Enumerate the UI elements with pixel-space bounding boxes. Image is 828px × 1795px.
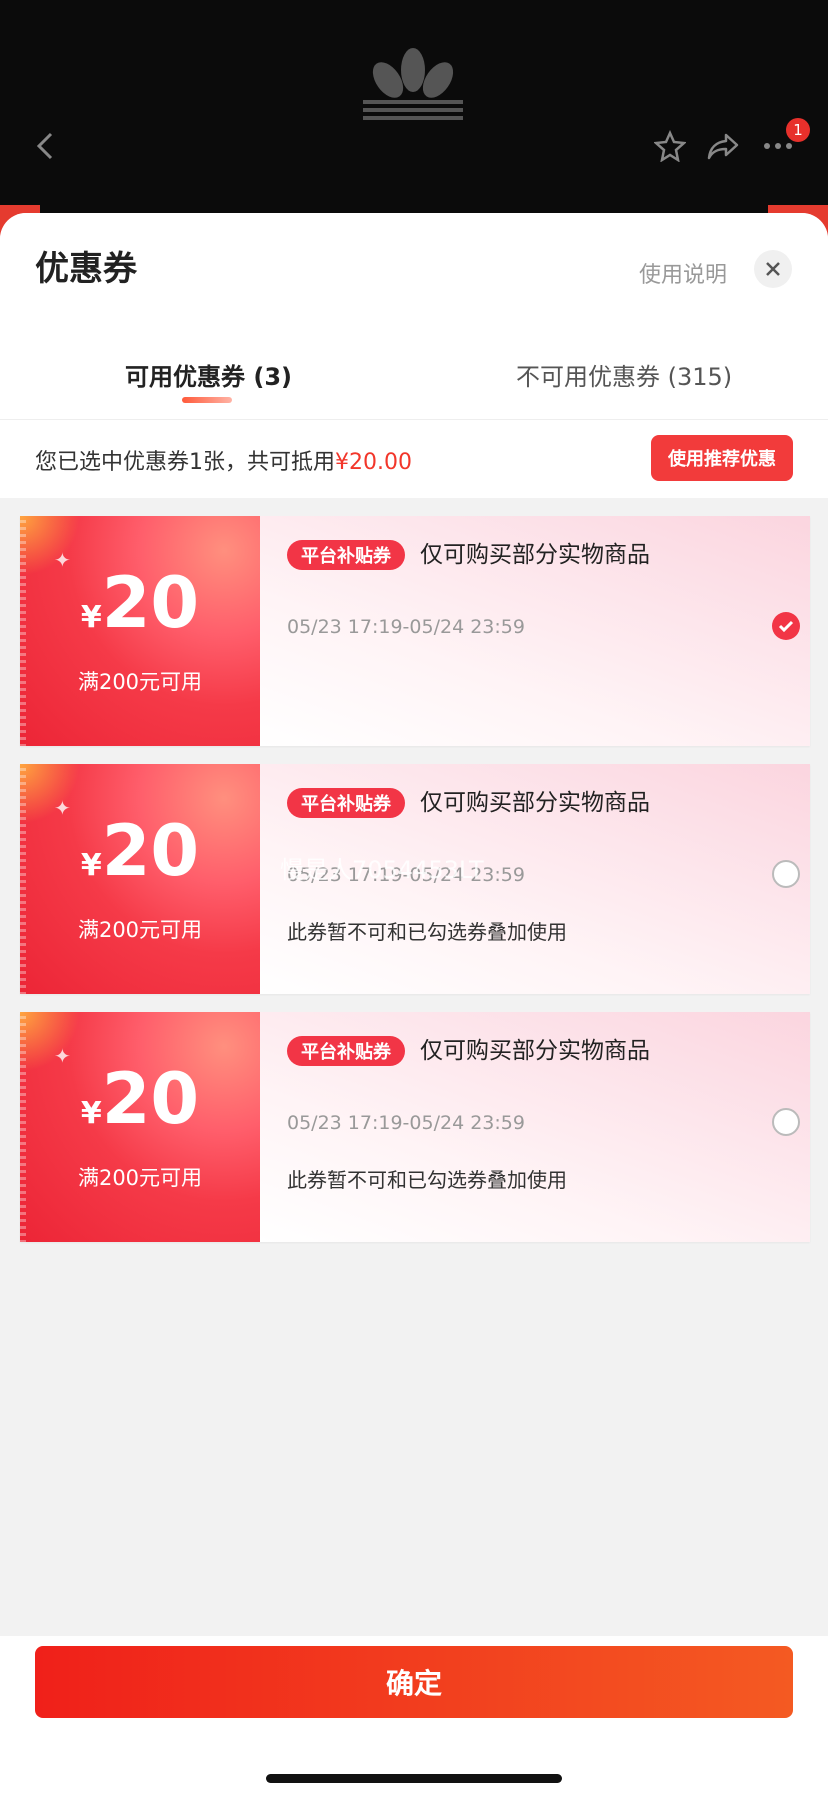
share-icon bbox=[707, 133, 739, 160]
close-button[interactable] bbox=[754, 250, 792, 288]
decorative-glow bbox=[20, 764, 80, 824]
star-icon bbox=[654, 130, 686, 162]
coupon-note: 此券暂不可和已勾选券叠加使用 bbox=[287, 1168, 567, 1192]
chevron-left-icon bbox=[36, 132, 53, 160]
coupon-card[interactable]: ✦ ¥20 满200元可用 平台补贴券 仅可购买部分实物商品 05/23 17:… bbox=[20, 1012, 810, 1242]
tab-available-coupons[interactable]: 可用优惠券 (3) bbox=[125, 357, 292, 392]
use-recommended-button[interactable]: 使用推荐优惠 bbox=[651, 435, 793, 481]
coupon-detail-panel: 平台补贴券 仅可购买部分实物商品 05/23 17:19-05/24 23:59 bbox=[260, 516, 810, 746]
coupon-amount: 20 bbox=[101, 1058, 200, 1140]
coupon-validity: 05/23 17:19-05/24 23:59 bbox=[287, 1112, 525, 1134]
coupon-description: 仅可购买部分实物商品 bbox=[420, 542, 650, 568]
watermark: 慢是人7054453LT bbox=[280, 856, 484, 884]
more-dots-icon bbox=[764, 143, 792, 149]
coupon-tag: 平台补贴券 bbox=[287, 788, 405, 818]
coupon-value: ¥20 bbox=[20, 816, 260, 886]
coupon-tag: 平台补贴券 bbox=[287, 540, 405, 570]
confirm-button[interactable]: 确定 bbox=[35, 1646, 793, 1718]
sheet-footer: 确定 bbox=[0, 1636, 828, 1795]
sheet-title: 优惠券 bbox=[35, 249, 137, 289]
coupon-detail-panel: 平台补贴券 仅可购买部分实物商品 05/23 17:19-05/24 23:59… bbox=[260, 1012, 810, 1242]
close-icon bbox=[766, 262, 780, 276]
product-page-background bbox=[0, 0, 828, 240]
share-button[interactable] bbox=[703, 126, 743, 166]
currency-symbol: ¥ bbox=[80, 600, 102, 635]
coupon-amount: 20 bbox=[101, 562, 200, 644]
currency-symbol: ¥ bbox=[80, 1096, 102, 1131]
usage-instructions-link[interactable]: 使用说明 bbox=[639, 257, 727, 289]
coupon-description: 仅可购买部分实物商品 bbox=[420, 1038, 650, 1064]
coupon-card[interactable]: ✦ ¥20 满200元可用 平台补贴券 仅可购买部分实物商品 05/23 17:… bbox=[20, 516, 810, 746]
coupon-value: ¥20 bbox=[20, 568, 260, 638]
active-tab-indicator bbox=[182, 397, 232, 403]
currency-symbol: ¥ bbox=[80, 848, 102, 883]
coupon-validity: 05/23 17:19-05/24 23:59 bbox=[287, 616, 525, 638]
back-button[interactable] bbox=[26, 126, 66, 166]
home-indicator bbox=[266, 1774, 562, 1783]
decorative-glow bbox=[20, 1012, 80, 1072]
favorite-button[interactable] bbox=[650, 126, 690, 166]
sheet-header: 优惠券 使用说明 可用优惠券 (3) 不可用优惠券 (315) 您已选中优惠券1… bbox=[0, 213, 828, 498]
coupon-select-radio[interactable] bbox=[772, 1108, 800, 1136]
coupon-value-panel: ✦ ¥20 满200元可用 bbox=[20, 516, 260, 746]
coupon-tag: 平台补贴券 bbox=[287, 1036, 405, 1066]
coupon-value-panel: ✦ ¥20 满200元可用 bbox=[20, 764, 260, 994]
summary-text: 您已选中优惠券1张，共可抵用 bbox=[35, 450, 335, 475]
coupon-select-radio[interactable] bbox=[772, 860, 800, 888]
coupon-value-panel: ✦ ¥20 满200元可用 bbox=[20, 1012, 260, 1242]
notification-badge: 1 bbox=[786, 118, 810, 142]
coupon-amount: 20 bbox=[101, 810, 200, 892]
coupon-condition: 满200元可用 bbox=[77, 1166, 203, 1190]
brand-logo bbox=[363, 48, 463, 120]
coupon-value: ¥20 bbox=[20, 1064, 260, 1134]
coupon-select-radio[interactable] bbox=[772, 612, 800, 640]
coupon-condition: 满200元可用 bbox=[77, 670, 203, 694]
decorative-glow bbox=[20, 516, 80, 576]
coupon-description: 仅可购买部分实物商品 bbox=[420, 790, 650, 816]
tab-unavailable-coupons[interactable]: 不可用优惠券 (315) bbox=[516, 357, 732, 392]
divider bbox=[0, 419, 828, 420]
coupon-note: 此券暂不可和已勾选券叠加使用 bbox=[287, 920, 567, 944]
coupon-condition: 满200元可用 bbox=[77, 918, 203, 942]
summary-amount: ¥20.00 bbox=[335, 450, 412, 475]
checkmark-icon bbox=[778, 620, 794, 633]
coupon-sheet: 优惠券 使用说明 可用优惠券 (3) 不可用优惠券 (315) 您已选中优惠券1… bbox=[0, 213, 828, 1795]
selection-summary: 您已选中优惠券1张，共可抵用¥20.00 bbox=[35, 444, 412, 476]
